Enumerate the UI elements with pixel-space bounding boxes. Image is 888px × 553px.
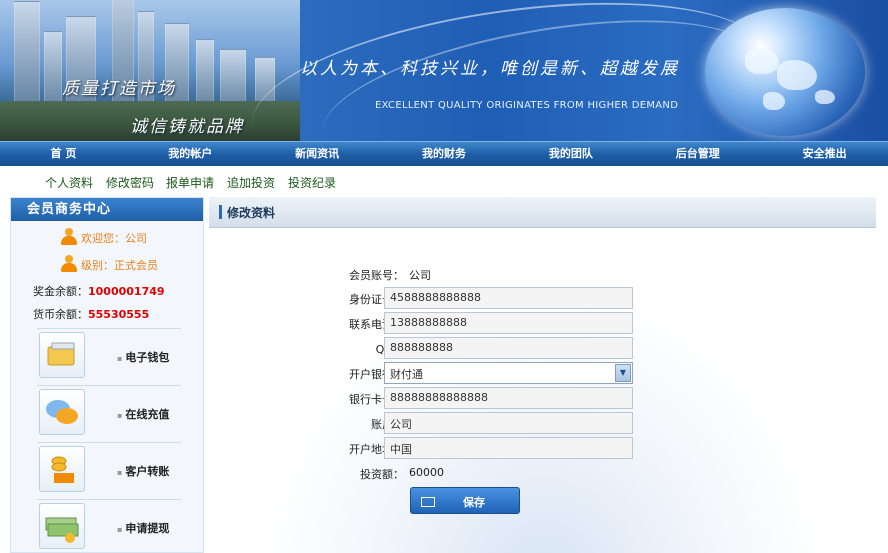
nav-my-team[interactable]: 我的团队	[507, 142, 634, 166]
bonus-balance-value: 1000001749	[88, 285, 165, 298]
envelope-icon	[421, 497, 435, 507]
sidebar-e-wallet-label: 电子钱包	[117, 349, 169, 365]
panel-title: 修改资料	[227, 206, 276, 220]
phone-label: 联系电话：	[349, 318, 404, 331]
coins-icon	[39, 446, 85, 492]
sub-nav: 个人资料 修改密码 报单申请 追加投资 投资纪录	[0, 166, 888, 196]
sidebar-online-recharge-label: 在线充值	[117, 406, 169, 422]
sidebar-withdrawal[interactable]: 申请提现	[39, 503, 191, 553]
nav-home[interactable]: 首 页	[0, 142, 127, 166]
investment-value: 60000	[409, 466, 444, 479]
currency-balance-label: 货币余额：	[33, 308, 88, 321]
phone-input[interactable]: 13888888888	[384, 312, 633, 334]
nav-admin[interactable]: 后台管理	[634, 142, 761, 166]
nav-my-account[interactable]: 我的帐户	[127, 142, 254, 166]
save-button[interactable]: 保存	[410, 487, 520, 514]
sidebar-title: 会员商务中心	[11, 198, 203, 221]
header-banner: 质量打造市场 诚信铸就品牌 以人为本、科技兴业，唯创是新、超越发展 EXCELL…	[0, 0, 888, 141]
account-holder-input[interactable]: 公司	[384, 412, 633, 434]
subnav-profile[interactable]: 个人资料	[45, 174, 93, 191]
main-nav: 首 页 我的帐户 新闻资讯 我的财务 我的团队 后台管理 安全推出	[0, 141, 888, 166]
investment-label: 投资额：	[360, 468, 404, 481]
user-icon	[61, 255, 77, 273]
user-icon	[61, 228, 77, 246]
subnav-additional-investment[interactable]: 追加投资	[227, 174, 275, 191]
banner-slogan-2: 诚信铸就品牌	[130, 117, 244, 137]
banner-slogan-1: 质量打造市场	[62, 79, 176, 99]
banner-motto-english: EXCELLENT QUALITY ORIGINATES FROM HIGHER…	[375, 100, 679, 111]
wallet-icon	[39, 332, 85, 378]
subnav-investment-records[interactable]: 投资纪录	[288, 174, 336, 191]
bank-address-label: 开户地址：	[349, 443, 404, 456]
chevron-down-icon[interactable]: ▼	[615, 364, 631, 382]
nav-my-finance[interactable]: 我的财务	[381, 142, 508, 166]
sidebar-customer-transfer[interactable]: 客户转账	[39, 446, 191, 496]
save-button-label: 保存	[463, 496, 485, 509]
bonus-balance-label: 奖金余额：	[33, 285, 88, 298]
panel-header: 修改资料	[209, 197, 876, 228]
cash-stack-icon	[39, 503, 85, 549]
card-number-label: 银行卡号：	[349, 393, 404, 406]
account-label: 会员账号：	[349, 269, 404, 282]
qq-label: QQ：	[209, 341, 404, 357]
account-value: 公司	[409, 269, 431, 282]
qq-input[interactable]: 888888888	[384, 337, 633, 359]
welcome-text: 欢迎您：公司	[81, 232, 147, 245]
sidebar-customer-transfer-label: 客户转账	[117, 463, 169, 479]
member-sidebar: 会员商务中心 欢迎您：公司 级别：正式会员 奖金余额：1000001749 货币…	[10, 197, 204, 553]
bank-select-value: 财付通	[390, 368, 423, 381]
sidebar-withdrawal-label: 申请提现	[117, 520, 169, 536]
bonus-balance: 奖金余额：1000001749	[33, 283, 165, 299]
sidebar-online-recharge[interactable]: 在线充值	[39, 389, 191, 439]
card-number-input[interactable]: 88888888888888	[384, 387, 633, 409]
id-number-input[interactable]: 4588888888888	[384, 287, 633, 309]
bank-label: 开户银行：	[349, 368, 404, 381]
subnav-order-application[interactable]: 报单申请	[166, 174, 214, 191]
nav-news[interactable]: 新闻资讯	[254, 142, 381, 166]
currency-balance-value: 55530555	[88, 308, 150, 321]
banner-motto: 以人为本、科技兴业，唯创是新、超越发展	[300, 59, 680, 79]
nav-logout[interactable]: 安全推出	[761, 142, 888, 166]
bank-select[interactable]: 财付通 ▼	[384, 362, 633, 384]
id-number-label: 身份证号：	[349, 293, 404, 306]
sidebar-e-wallet[interactable]: 电子钱包	[39, 332, 191, 382]
chat-bubbles-icon	[39, 389, 85, 435]
edit-profile-panel: 修改资料 会员账号： 公司 身份证号： 4588888888888 联系电话： …	[209, 197, 876, 553]
account-holder-label: 账户：	[209, 416, 404, 432]
globe-image	[705, 8, 865, 136]
currency-balance: 货币余额：55530555	[33, 306, 149, 322]
member-level-text: 级别：正式会员	[81, 259, 158, 272]
bank-address-input[interactable]: 中国	[384, 437, 633, 459]
subnav-change-password[interactable]: 修改密码	[106, 174, 154, 191]
